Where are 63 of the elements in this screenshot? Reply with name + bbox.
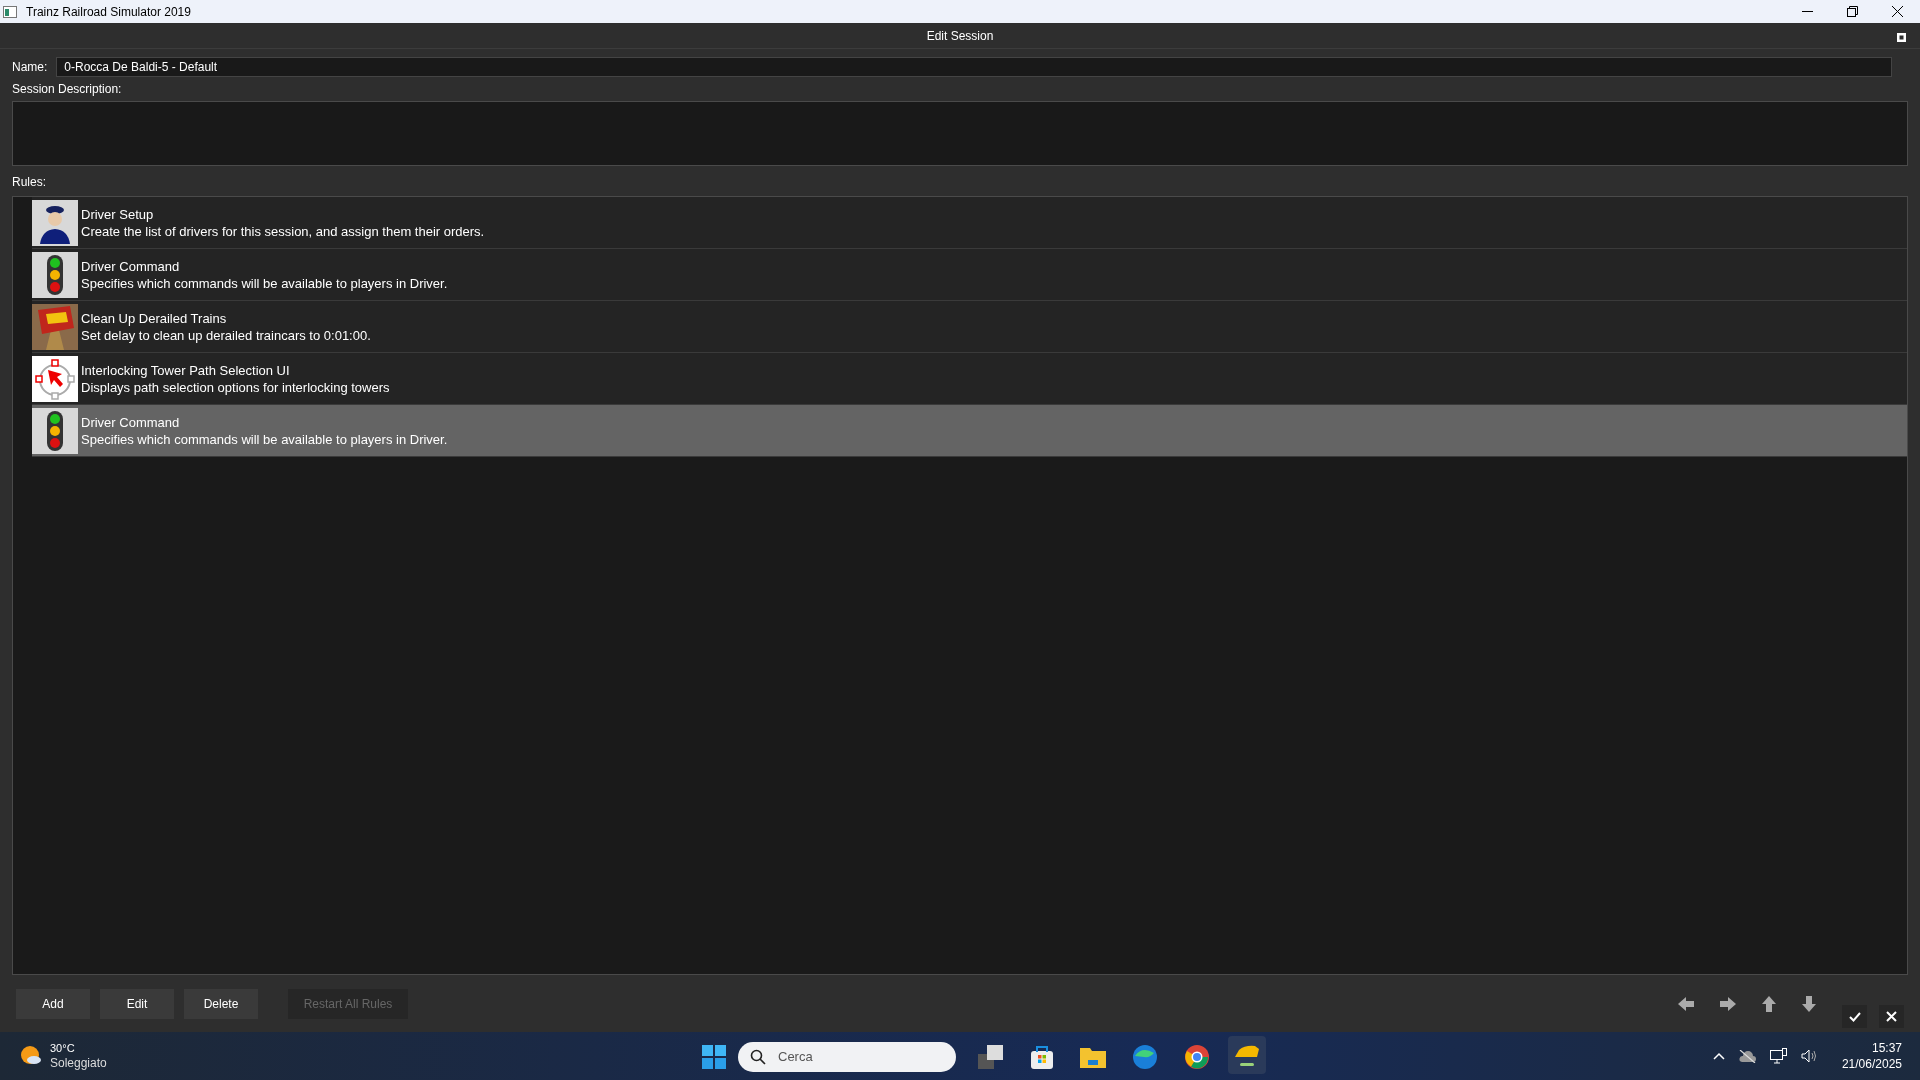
- traffic-light-icon: [32, 407, 78, 454]
- folder-icon[interactable]: [1080, 1045, 1106, 1068]
- rule-description: Set delay to clean up derailed traincars to 0:01:00.: [81, 326, 371, 344]
- task-view-icon[interactable]: [978, 1043, 1004, 1070]
- description-label: Session Description:: [12, 81, 123, 98]
- square-icon: [1897, 33, 1906, 42]
- name-field[interactable]: 0-Rocca De Baldi-5 - Default: [56, 57, 1892, 77]
- train-icon: [1235, 1044, 1259, 1057]
- rule-item[interactable]: Driver Command Specifies which commands will be available to players in Driver.: [32, 405, 1907, 457]
- browser-wave-icon[interactable]: [1132, 1043, 1158, 1070]
- close-icon: [1892, 6, 1903, 17]
- rule-description: Specifies which commands will be available to players in Driver.: [81, 274, 448, 292]
- minimize-icon: [1802, 10, 1813, 13]
- speaker-icon[interactable]: [1800, 1049, 1818, 1063]
- weather-condition: Soleggiato: [50, 1056, 107, 1071]
- cloud-off-icon[interactable]: [1738, 1049, 1756, 1063]
- action-button[interactable]: Delete: [184, 988, 258, 1019]
- clock-time: 15:37: [1871, 1040, 1902, 1056]
- rule-item[interactable]: Driver Command Specifies which commands will be available to players in Driver.: [32, 249, 1907, 301]
- rule-description: Create the list of drivers for this session, and assign them their orders.: [81, 222, 485, 240]
- restore-icon: [1847, 6, 1858, 17]
- rule-item[interactable]: Clean Up Derailed Trains Set delay to clean up derailed traincars to 0:01:00.: [32, 301, 1907, 353]
- search-placeholder: Cerca: [778, 1047, 813, 1066]
- taskbar-app-button[interactable]: [1228, 1036, 1266, 1074]
- cancel-button[interactable]: [1879, 1005, 1904, 1028]
- name-label: Name:: [12, 59, 48, 76]
- rule-item[interactable]: Interlocking Tower Path Selection UI Displays path selection options for interlocking towers: [32, 353, 1907, 405]
- search-icon: [750, 1048, 766, 1065]
- rule-title: Driver Setup: [81, 205, 155, 223]
- path-selection-icon: [32, 355, 78, 402]
- chevron-up-icon[interactable]: [1712, 1052, 1725, 1060]
- rule-description: Specifies which commands will be available to players in Driver.: [81, 430, 448, 448]
- rule-title: Driver Command: [81, 413, 181, 431]
- derailed-train-icon: [32, 303, 78, 350]
- rule-description: Displays path selection options for interlocking towers: [81, 378, 390, 396]
- network-monitor-icon[interactable]: [1769, 1048, 1787, 1064]
- clock-date: 21/06/2025: [1841, 1056, 1902, 1072]
- action-button[interactable]: Edit: [100, 988, 174, 1019]
- rule-title: Driver Command: [81, 257, 181, 275]
- arrow-right-icon[interactable]: [1720, 996, 1736, 1011]
- rule-item[interactable]: Driver Setup Create the list of drivers for this session, and assign them their orders.: [32, 197, 1907, 249]
- window-title: Trainz Railroad Simulator 2019: [26, 3, 191, 21]
- weather-sun-cloud-icon[interactable]: [20, 1045, 42, 1067]
- arrow-left-icon[interactable]: [1678, 996, 1694, 1011]
- app-icon: [3, 5, 17, 18]
- traffic-light-icon: [32, 251, 78, 298]
- action-button[interactable]: Add: [16, 988, 90, 1019]
- search-field[interactable]: Cerca: [738, 1041, 956, 1072]
- checkmark-icon: [1848, 1011, 1861, 1022]
- arrow-down-icon[interactable]: [1802, 995, 1816, 1012]
- arrow-up-icon[interactable]: [1762, 995, 1776, 1012]
- description-field[interactable]: [12, 101, 1908, 166]
- rule-title: Interlocking Tower Path Selection UI: [81, 361, 291, 379]
- start-icon[interactable]: [702, 1044, 726, 1069]
- dialog-title: Edit Session: [926, 27, 994, 45]
- browser-circle-icon[interactable]: [1184, 1043, 1210, 1070]
- confirm-button[interactable]: [1842, 1005, 1867, 1028]
- weather-temperature: 30°C: [50, 1041, 76, 1056]
- store-bag-icon[interactable]: [1030, 1043, 1054, 1070]
- rule-title: Clean Up Derailed Trains: [81, 309, 228, 327]
- driver-icon: [32, 199, 78, 246]
- rules-label: Rules:: [12, 174, 47, 191]
- close-icon: [1886, 1011, 1897, 1022]
